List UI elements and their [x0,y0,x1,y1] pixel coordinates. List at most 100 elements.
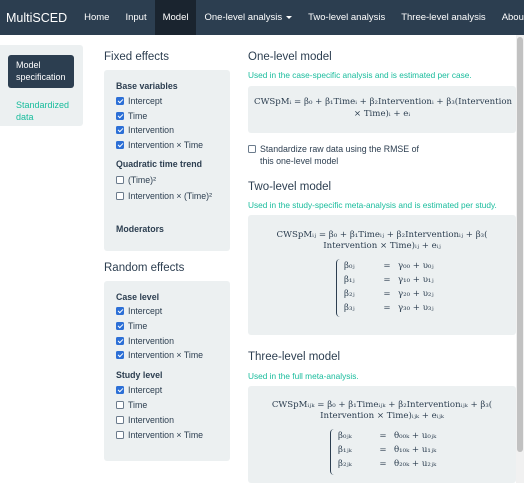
study-time-checkbox[interactable]: Time [116,399,147,411]
nav-three-level-analysis[interactable]: Three-level analysis [393,0,493,35]
system-row: β₁ⱼ = γ₁₀ + υ₁ⱼ [344,273,434,287]
three-level-system: β₀ⱼₖ = θ₀₀ₖ + u₀ⱼₖ β₁ⱼₖ = θ₁₀ₖ + u₁ⱼₖ β₂ⱼₖ = θ… [338,429,436,471]
equals-sign: = [383,303,391,313]
fixed-effects-title: Fixed effects [104,51,169,63]
case-intercept-label: Intercept [128,306,163,316]
nav-input[interactable]: Input [117,0,154,35]
checkbox-box[interactable] [116,176,124,184]
system-lhs: β₁ⱼₖ [338,445,352,455]
one-level-equation-box: CWSpMᵢ = β₀ + β₁Timeᵢ + β₂Interventionᵢ … [248,86,516,133]
three-level-model-title: Three-level model [248,351,341,363]
case-intervention-label: Intervention [128,336,174,346]
fixed-intervention-checkbox[interactable]: Intervention [116,124,174,136]
standardize-checkbox[interactable]: Standardize raw data using the RMSE of t… [248,143,428,167]
fixed-intervention-label: Intervention [128,125,174,135]
chevron-down-icon [286,16,293,19]
checkbox-box[interactable] [116,322,124,330]
standardize-label: Standardize raw data using the RMSE of t… [260,144,419,166]
checkbox-box[interactable] [116,307,124,315]
checkbox-box[interactable] [116,401,124,409]
system-lhs: β₀ⱼₖ [338,431,352,441]
system-lhs: β₂ⱼ [344,289,355,299]
checkbox-box[interactable] [116,192,124,200]
fixed-effects-panel: Base variables Intercept Time Interventi… [104,70,230,251]
sidebar: Model specification Standardized data [0,45,83,126]
system-row: β₀ⱼ = γ₀₀ + υ₀ⱼ [344,259,434,273]
quadratic-time-label: (Time)² [128,175,157,185]
nav-model[interactable]: Model [154,0,197,35]
base-variables-title: Base variables [116,81,178,91]
three-level-model-description: Used in the full meta-analysis. [248,371,359,381]
system-rhs: γ₀₀ + υ₀ⱼ [398,261,434,271]
checkbox-box[interactable] [116,351,124,359]
two-level-model-description: Used in the study-specific meta-analysis… [248,200,497,210]
case-intercept-checkbox[interactable]: Intercept [116,305,162,317]
equals-sign: = [379,459,387,469]
nav-about[interactable]: About [494,0,524,35]
quadratic-time-checkbox[interactable]: (Time)² [116,174,156,186]
case-intervention-time-checkbox[interactable]: Intervention × Time [116,349,203,361]
system-row: β₂ⱼₖ = θ₂₀ₖ + u₂ⱼₖ [338,457,436,471]
nav-two-level-analysis[interactable]: Two-level analysis [300,0,393,35]
two-level-equation-line1: CWSpMᵢⱼ = β₀ + β₁Timeᵢⱼ + β₂Intervention… [276,230,488,240]
checkbox-box[interactable] [116,416,124,424]
brace-icon [336,259,340,317]
checkbox-box[interactable] [116,386,124,394]
system-row: β₃ⱼ = γ₃₀ + υ₃ⱼ [344,301,434,315]
system-rhs: θ₁₀ₖ + u₁ⱼₖ [394,445,437,455]
two-level-system: β₀ⱼ = γ₀₀ + υ₀ⱼ β₁ⱼ = γ₁₀ + υ₁ⱼ β₂ⱼ = γ₂₀ + υ₂… [344,259,434,315]
fixed-intercept-checkbox[interactable]: Intercept [116,95,162,107]
equals-sign: = [383,289,391,299]
checkbox-box[interactable] [116,97,124,105]
study-intercept-checkbox[interactable]: Intercept [116,384,162,396]
scrollbar-thumb[interactable] [517,37,523,452]
fixed-time-checkbox[interactable]: Time [116,110,147,122]
checkbox-box[interactable] [116,337,124,345]
system-lhs: β₁ⱼ [344,275,355,285]
two-level-model-title: Two-level model [248,181,332,193]
quadratic-intervention-time-label: Intervention × (Time)² [128,191,213,201]
study-intervention-time-checkbox[interactable]: Intervention × Time [116,429,203,441]
study-intervention-label: Intervention [128,415,174,425]
fixed-time-label: Time [128,111,148,121]
sidebar-item-standardized-data[interactable]: Standardized data [16,99,78,123]
fixed-intervention-time-label: Intervention × Time [128,140,204,150]
nav-home[interactable]: Home [76,0,117,35]
case-time-label: Time [128,321,148,331]
checkbox-box[interactable] [116,112,124,120]
brace-icon [330,429,334,475]
equals-sign: = [379,445,387,455]
two-level-equation-box: CWSpMᵢⱼ = β₀ + β₁Timeᵢⱼ + β₂Intervention… [248,215,516,335]
system-row: β₁ⱼₖ = θ₁₀ₖ + u₁ⱼₖ [338,443,436,457]
system-rhs: θ₀₀ₖ + u₀ⱼₖ [394,431,437,441]
one-level-model-description: Used in the case-specific analysis and i… [248,70,472,80]
sidebar-item-model-specification[interactable]: Model specification [8,55,74,88]
random-effects-title: Random effects [104,262,185,274]
case-intervention-checkbox[interactable]: Intervention [116,335,174,347]
three-level-equation-line2: Intervention × Time)ᵢⱼₖ + eᵢⱼₖ [320,411,444,421]
case-intervention-time-label: Intervention × Time [128,350,204,360]
case-level-title: Case level [116,292,160,302]
study-intervention-time-label: Intervention × Time [128,430,204,440]
three-level-equation-line1: CWSpMᵢⱼₖ = β₀ + β₁Timeᵢⱼₖ + β₂Interventi… [271,400,493,410]
app-brand[interactable]: MultiSCED [0,0,76,35]
fixed-intervention-time-checkbox[interactable]: Intervention × Time [116,139,203,151]
system-rhs: θ₂₀ₖ + u₂ⱼₖ [394,459,437,469]
checkbox-box[interactable] [248,145,256,153]
system-lhs: β₂ⱼₖ [338,459,352,469]
quadratic-intervention-time-checkbox[interactable]: Intervention × (Time)² [116,190,220,202]
study-intercept-label: Intercept [128,385,163,395]
study-intervention-checkbox[interactable]: Intervention [116,414,174,426]
case-time-checkbox[interactable]: Time [116,320,147,332]
system-lhs: β₃ⱼ [344,303,355,313]
equals-sign: = [383,261,391,271]
top-navbar: MultiSCED Home Input Model One-level ana… [0,0,524,35]
nav-one-level-analysis[interactable]: One-level analysis [196,0,300,35]
checkbox-box[interactable] [116,141,124,149]
study-time-label: Time [128,400,148,410]
checkbox-box[interactable] [116,431,124,439]
study-level-title: Study level [116,370,163,380]
system-rhs: γ₃₀ + υ₃ⱼ [398,303,434,313]
checkbox-box[interactable] [116,126,124,134]
system-rhs: γ₂₀ + υ₂ⱼ [398,289,434,299]
